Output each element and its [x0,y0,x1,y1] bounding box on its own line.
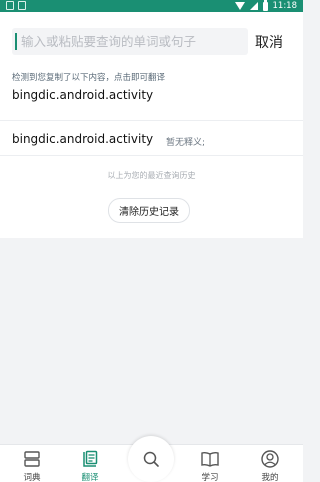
clipboard-text[interactable]: bingdic.android.activity [12,88,153,102]
notification-icon [6,1,14,10]
nav-item-translate[interactable]: 翻译 [60,445,120,482]
text-cursor [15,33,17,50]
status-time: 11:18 [272,1,298,11]
history-definition: 暂无释义; [166,138,206,148]
translate-icon [80,449,100,473]
wifi-icon [234,2,245,10]
search-fab-button[interactable] [128,436,174,482]
nav-label: 词典 [23,473,41,482]
profile-icon [260,449,280,473]
search-input[interactable] [12,28,248,55]
battery-icon [262,0,268,11]
dictionary-icon [22,449,42,473]
clear-history-button[interactable]: 清除历史记录 [108,198,190,223]
nav-item-study[interactable]: 学习 [180,445,240,482]
history-word: bingdic.android.activity [12,132,154,146]
history-item[interactable]: bingdic.android.activity 暂无释义; [0,120,303,156]
cancel-button[interactable]: 取消 [255,32,283,52]
clipboard-suggestion[interactable]: 检测到您复制了以下内容，点击即可翻译 bingdic.android.activ… [0,64,303,116]
nav-item-dictionary[interactable]: 词典 [2,445,62,482]
signal-icon [249,2,258,10]
nav-label: 我的 [261,473,279,482]
clipboard-hint: 检测到您复制了以下内容，点击即可翻译 [12,73,166,83]
status-bar: 11:18 [0,0,303,12]
nav-label: 学习 [201,473,219,482]
book-icon [200,449,220,473]
nav-item-profile[interactable]: 我的 [240,445,300,482]
history-section: bingdic.android.activity 暂无释义; 以上为您的最近查询… [0,116,303,238]
notification-icons [6,1,26,10]
search-header: 取消 [0,12,303,64]
nav-label: 翻译 [81,473,99,482]
history-caption: 以上为您的最近查询历史 [107,171,196,180]
notification-icon [18,1,26,10]
